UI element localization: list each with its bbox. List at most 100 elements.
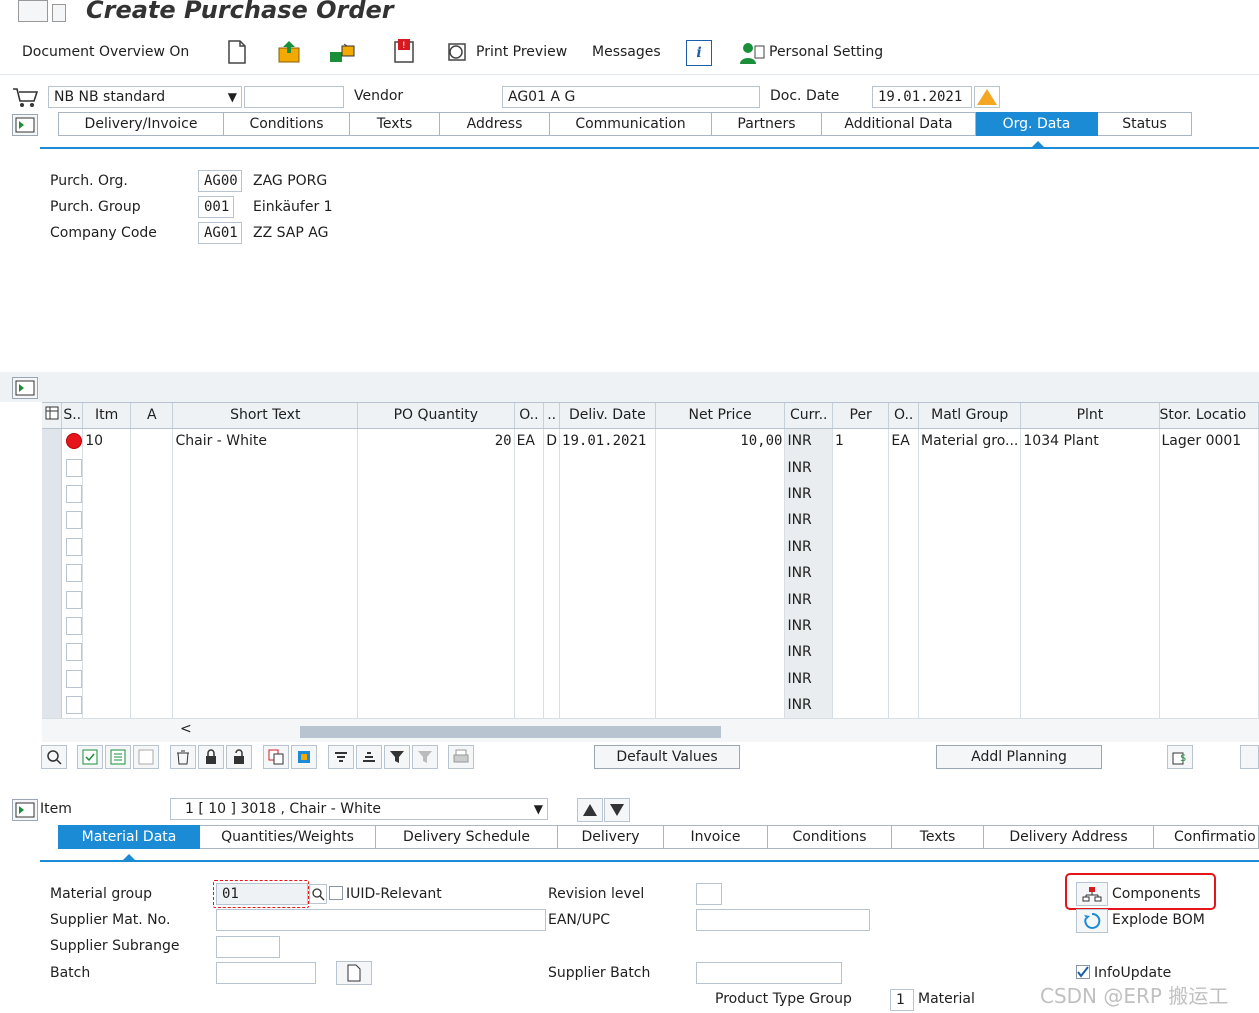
warning-icon[interactable] <box>974 86 1000 108</box>
product-type-code[interactable]: 1 <box>890 989 914 1011</box>
cell-currency[interactable]: INR <box>784 480 833 508</box>
tab-delivery-invoice[interactable]: Delivery/Invoice <box>58 112 224 136</box>
cell-currency[interactable]: INR <box>784 612 833 640</box>
table-row[interactable]: INR <box>42 507 1259 534</box>
col-short-text[interactable]: Short Text <box>172 403 359 429</box>
col-a[interactable]: A <box>130 403 174 429</box>
messages-icon[interactable]: ! <box>392 38 418 64</box>
tab-status[interactable]: Status <box>1098 112 1192 136</box>
search-help-icon[interactable] <box>309 884 327 904</box>
table-row[interactable]: INR <box>42 665 1259 692</box>
previous-item-icon[interactable] <box>577 798 603 822</box>
purch-org-field[interactable]: AG00 <box>198 170 242 192</box>
cell-per[interactable]: 1 <box>832 428 890 455</box>
sort-descending-icon[interactable] <box>356 745 382 769</box>
company-code-field[interactable]: AG01 <box>198 222 242 244</box>
table-row[interactable]: INR <box>42 691 1259 718</box>
tab-additional-data[interactable]: Additional Data <box>822 112 976 136</box>
row-selector[interactable] <box>42 507 63 534</box>
supplier-mat-field[interactable] <box>216 909 546 931</box>
tab-delivery-schedule[interactable]: Delivery Schedule <box>376 825 558 849</box>
header-expand-icon[interactable] <box>12 114 38 136</box>
doc-type-select[interactable]: NB NB standard ▼ <box>48 86 242 108</box>
col-order-unit[interactable]: O.. <box>514 403 545 429</box>
col-net-price[interactable]: Net Price <box>655 403 786 429</box>
cell-itm[interactable]: 10 <box>82 428 132 455</box>
cell-date-cat[interactable]: D <box>543 428 561 455</box>
row-checkbox[interactable] <box>61 586 84 613</box>
paste-icon[interactable] <box>291 745 317 769</box>
col-currency[interactable]: Curr.. <box>784 403 833 429</box>
cell-currency[interactable]: INR <box>784 559 833 587</box>
material-group-field[interactable]: 01 <box>216 883 308 905</box>
cell-currency[interactable]: INR <box>784 533 833 560</box>
row-checkbox[interactable] <box>61 507 84 534</box>
tab-communication[interactable]: Communication <box>550 112 712 136</box>
cell-currency[interactable]: INR <box>784 586 833 613</box>
personal-setting-button[interactable]: Personal Setting <box>769 44 883 60</box>
row-selector[interactable] <box>42 533 63 560</box>
details-icon[interactable] <box>41 745 67 769</box>
cell-currency[interactable]: INR <box>784 507 833 534</box>
tab-confirmations[interactable]: Confirmatio <box>1154 825 1259 849</box>
po-number-field[interactable] <box>244 86 344 108</box>
col-order-price-unit[interactable]: O.. <box>888 403 920 429</box>
row-selector[interactable] <box>42 454 63 481</box>
sort-ascending-icon[interactable] <box>328 745 354 769</box>
delete-icon[interactable] <box>170 745 196 769</box>
item-overview-toggle-icon[interactable] <box>12 377 38 399</box>
table-row[interactable]: INR <box>42 639 1259 666</box>
iuid-checkbox[interactable] <box>329 886 343 900</box>
shopping-cart-icon[interactable] <box>12 86 38 108</box>
filter-off-icon[interactable] <box>412 745 438 769</box>
table-row[interactable]: 10 Chair - White 20 EA D 19.01.2021 10,0… <box>42 428 1259 455</box>
row-selector[interactable] <box>42 691 63 718</box>
table-row[interactable]: INR <box>42 612 1259 640</box>
next-item-icon[interactable] <box>604 798 630 822</box>
row-selector[interactable] <box>42 639 63 666</box>
ean-upc-field[interactable] <box>696 909 870 931</box>
cell-order-unit[interactable]: EA <box>514 428 545 455</box>
row-selector[interactable] <box>42 586 63 613</box>
row-selector[interactable] <box>42 428 63 455</box>
col-plant[interactable]: Plnt <box>1020 403 1160 429</box>
tab-texts[interactable]: Texts <box>350 112 440 136</box>
batch-document-icon[interactable] <box>336 961 372 985</box>
supplier-subrange-field[interactable] <box>216 936 280 958</box>
components-button[interactable]: Components <box>1112 886 1201 902</box>
tab-org-data[interactable]: Org. Data <box>976 112 1098 136</box>
row-checkbox[interactable] <box>61 665 84 692</box>
col-po-quantity[interactable]: PO Quantity <box>357 403 515 429</box>
title-menu-icon[interactable] <box>18 0 48 22</box>
cell-stor-location[interactable]: Lager 0001 <box>1159 428 1259 455</box>
purch-group-field[interactable]: 001 <box>198 196 234 218</box>
row-checkbox[interactable] <box>61 559 84 587</box>
print-preview-icon[interactable] <box>446 40 470 64</box>
batch-field[interactable] <box>216 962 316 984</box>
tab-quantities-weights[interactable]: Quantities/Weights <box>200 825 376 849</box>
cell-currency[interactable]: INR <box>784 428 833 455</box>
cell-deliv-date[interactable]: 19.01.2021 <box>559 428 656 455</box>
cell-currency[interactable]: INR <box>784 691 833 718</box>
explode-bom-button[interactable]: Explode BOM <box>1112 912 1205 928</box>
tab-partners[interactable]: Partners <box>712 112 822 136</box>
tab-address[interactable]: Address <box>440 112 550 136</box>
cell-currency[interactable]: INR <box>784 639 833 666</box>
cell-net-price[interactable]: 10,00 <box>655 428 786 455</box>
row-selector[interactable] <box>42 480 63 508</box>
row-selector[interactable] <box>42 665 63 692</box>
tab-item-conditions[interactable]: Conditions <box>768 825 892 849</box>
col-per[interactable]: Per <box>832 403 890 429</box>
select-all-icon[interactable] <box>77 745 103 769</box>
select-block-icon[interactable] <box>105 745 131 769</box>
tab-delivery-address[interactable]: Delivery Address <box>984 825 1154 849</box>
tab-delivery[interactable]: Delivery <box>558 825 664 849</box>
col-date-cat[interactable]: .. <box>543 403 561 429</box>
scroll-thumb[interactable] <box>300 726 721 738</box>
col-matl-group[interactable]: Matl Group <box>918 403 1022 429</box>
cell-a[interactable] <box>130 428 174 455</box>
table-row[interactable]: INR <box>42 480 1259 508</box>
table-row[interactable]: INR <box>42 559 1259 587</box>
info-icon[interactable]: i <box>686 40 712 66</box>
title-dropdown-icon[interactable] <box>52 4 66 22</box>
